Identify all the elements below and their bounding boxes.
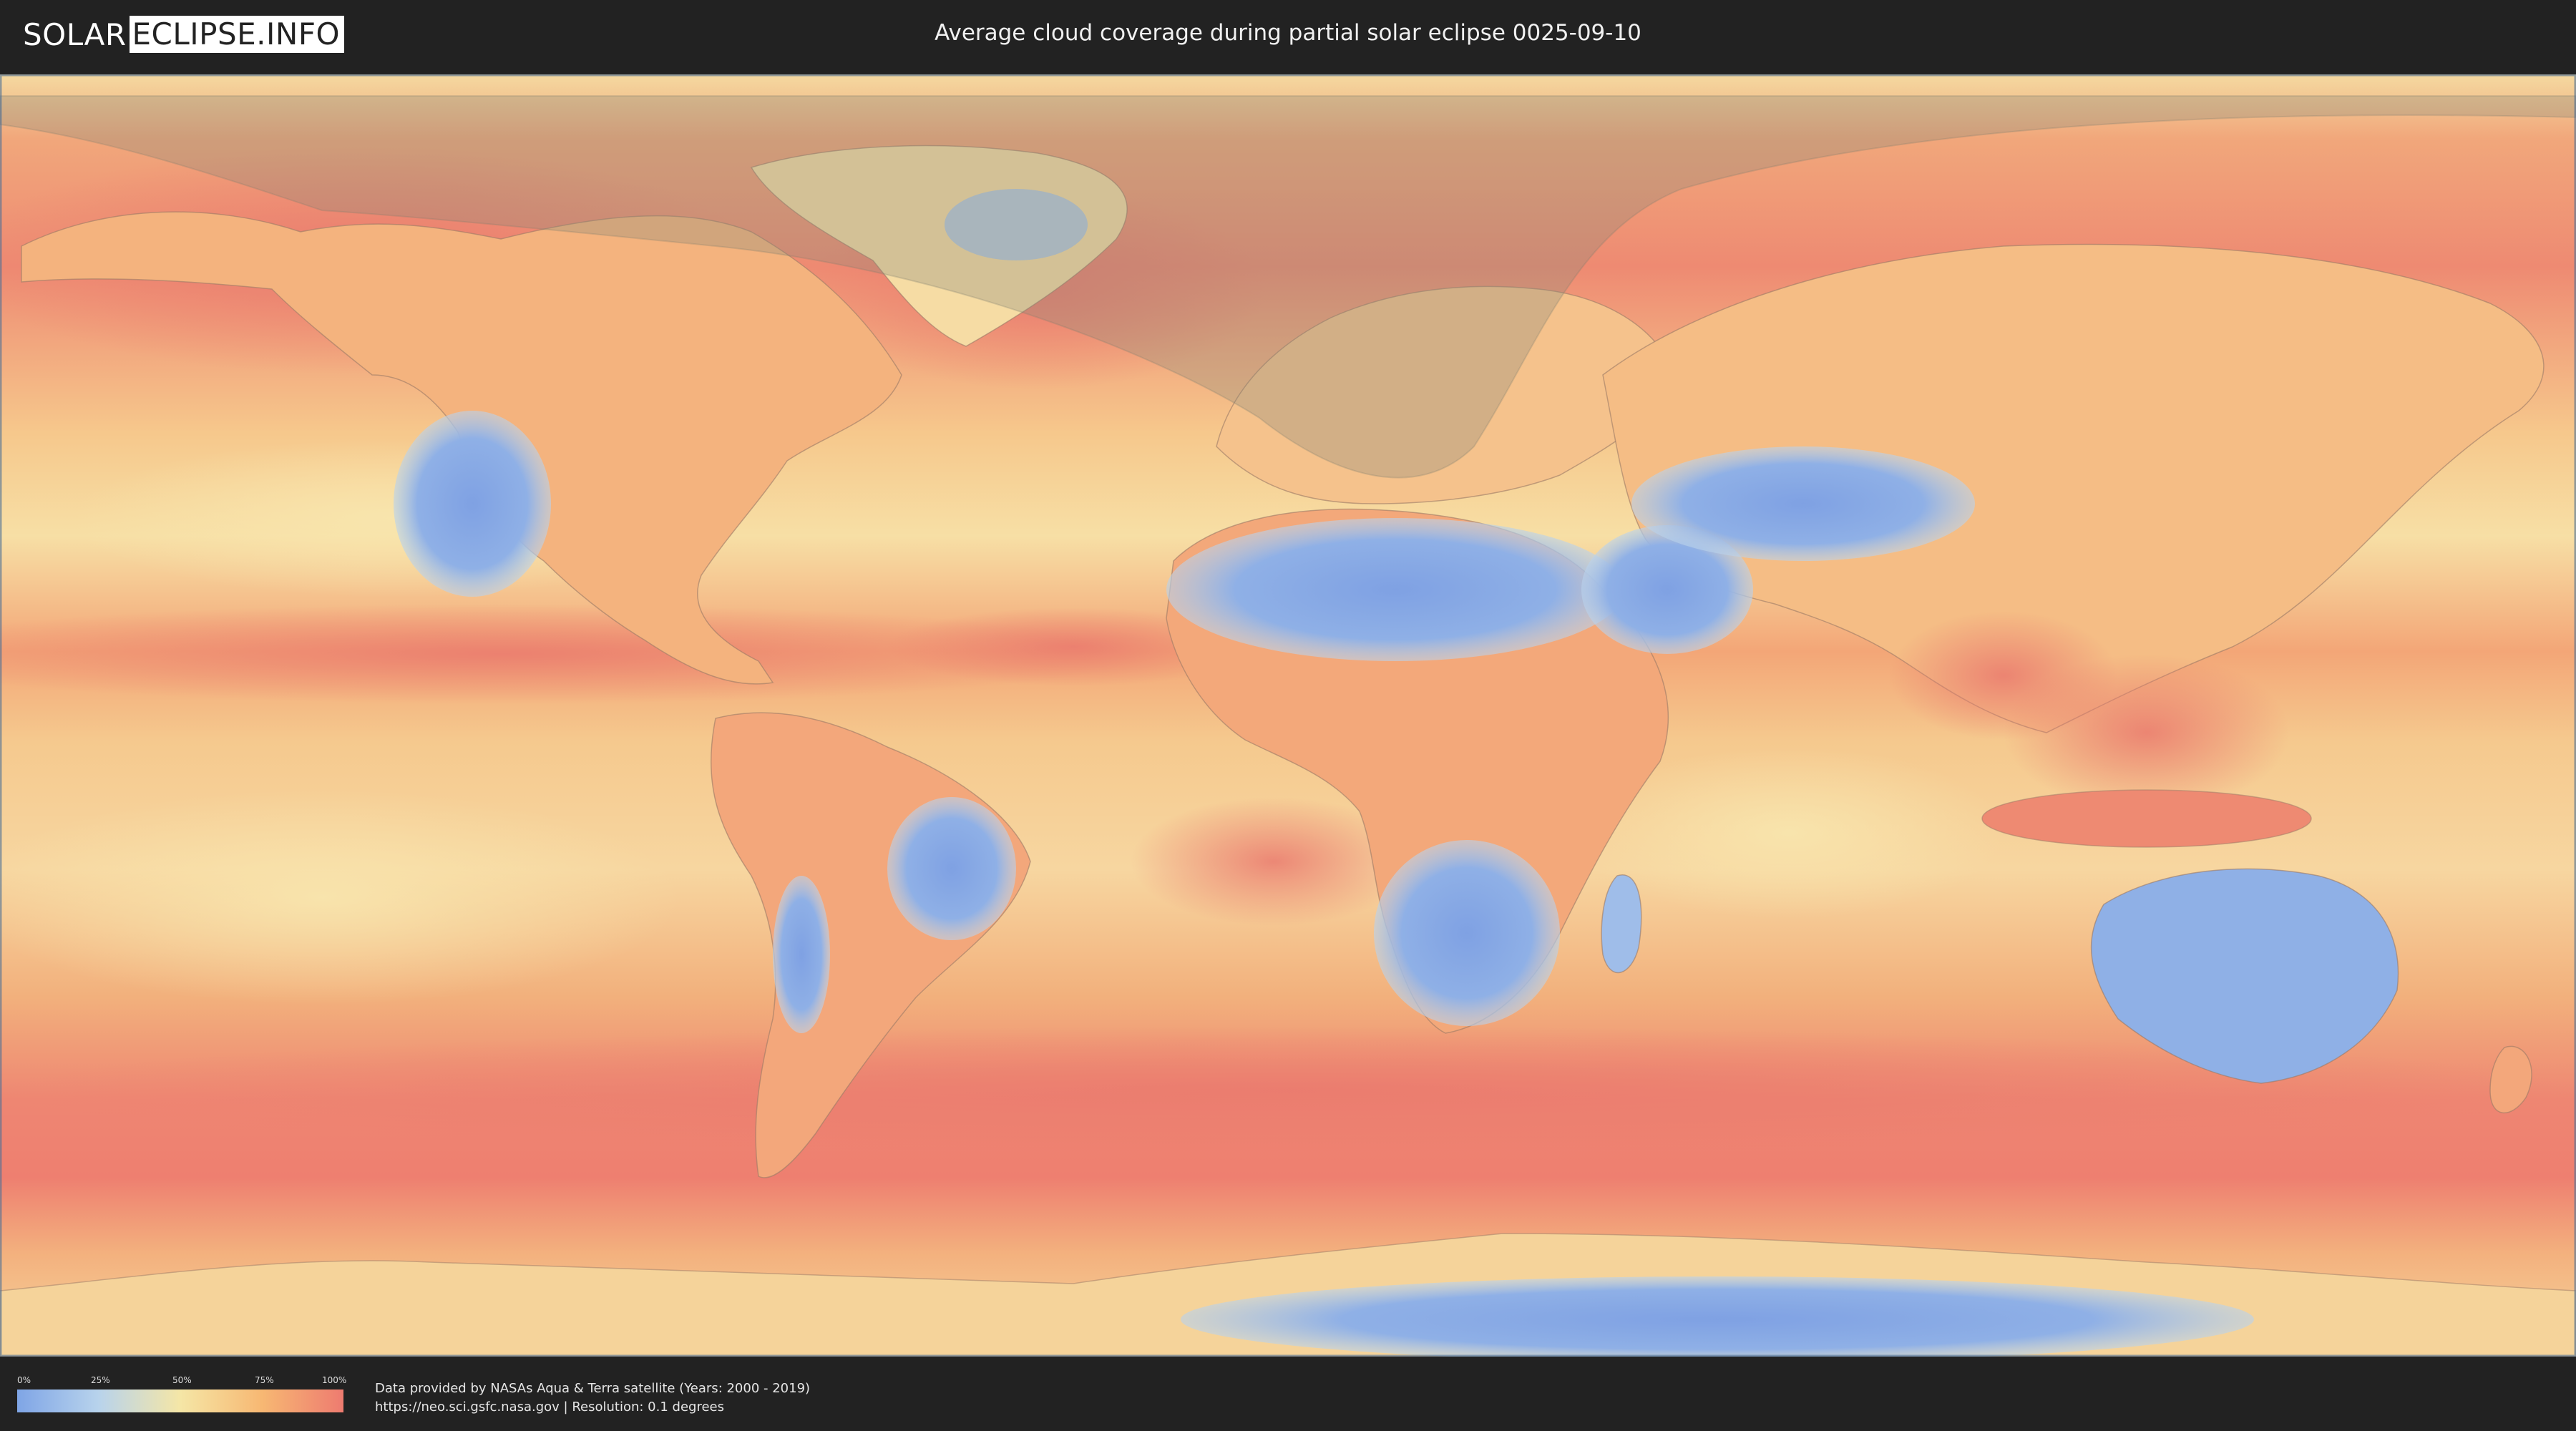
clear-sky-atacama [773,876,830,1033]
clear-sky-southern-africa [1374,840,1560,1026]
page-title: Average cloud coverage during partial so… [935,20,1641,46]
cloud-coverage-map[interactable] [0,74,2576,1357]
legend-tick-50: 50% [172,1375,192,1385]
land-indonesia [1981,789,2312,848]
legend-tick-25: 25% [91,1375,110,1385]
cloud-coverage-legend: 0% 25% 50% 75% 100% [17,1375,347,1412]
world-map-svg [0,74,2576,1357]
clear-sky-central-asia [1631,446,1975,561]
clear-sky-western-us [394,411,551,597]
cloudy-southeast-asia [2004,654,2290,811]
legend-tick-0: 0% [17,1375,31,1385]
credits-line-url[interactable]: https://neo.sci.gsfc.nasa.gov | Resoluti… [375,1398,810,1417]
legend-gradient-bar [17,1390,343,1412]
clear-sky-brazil-east [887,797,1016,940]
data-credits: Data provided by NASAs Aqua & Terra sate… [375,1379,810,1417]
header: SOLAR ECLIPSE.INFO Average cloud coverag… [0,0,2576,72]
legend-tick-100: 100% [322,1375,347,1385]
page: SOLAR ECLIPSE.INFO Average cloud coverag… [0,0,2576,1431]
clear-sky-sahara [1166,518,1624,661]
legend-ticks: 0% 25% 50% 75% 100% [17,1375,347,1387]
footer: 0% 25% 50% 75% 100% Data provided by NAS… [0,1359,2576,1431]
legend-tick-75: 75% [255,1375,274,1385]
credits-line-source: Data provided by NASAs Aqua & Terra sate… [375,1381,811,1396]
